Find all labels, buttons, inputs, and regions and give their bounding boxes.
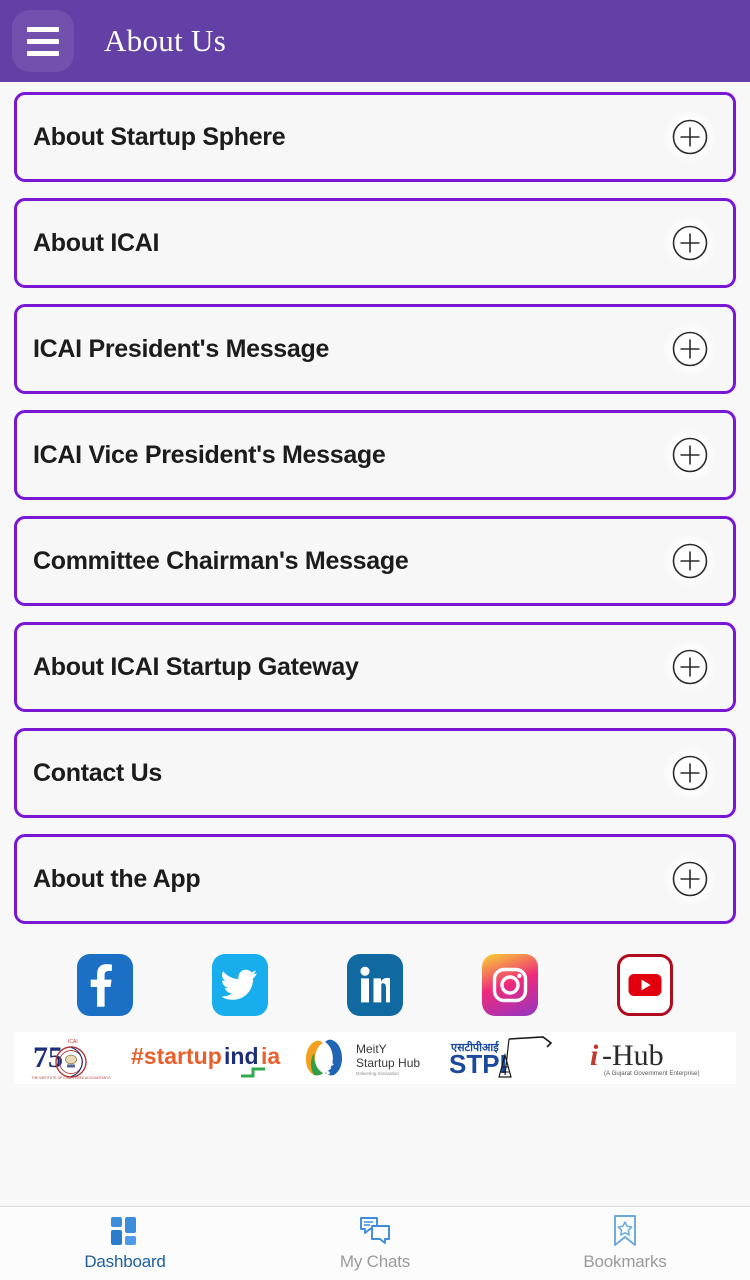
list-item[interactable]: About Startup Sphere — [14, 92, 736, 182]
nav-item-dashboard[interactable]: Dashboard — [0, 1207, 250, 1280]
list-item[interactable]: Contact Us — [14, 728, 736, 818]
i-hub-logo[interactable]: i -Hub (A Gujarat Government Enterprise) — [586, 1033, 726, 1083]
meity-startup-hub-logo[interactable]: MeitY Startup Hub Delivering Innovation — [298, 1033, 438, 1083]
hamburger-menu-icon[interactable] — [12, 10, 74, 72]
list-item-label: About Startup Sphere — [33, 122, 286, 151]
instagram-icon[interactable] — [481, 954, 538, 1016]
list-item[interactable]: ICAI Vice President's Message — [14, 410, 736, 500]
nav-label-dashboard: Dashboard — [84, 1252, 166, 1271]
list-item[interactable]: About ICAI — [14, 198, 736, 288]
list-item-label: ICAI President's Message — [33, 334, 330, 363]
plus-circle-icon[interactable] — [663, 746, 717, 800]
svg-text:(A Gujarat Government Enterpri: (A Gujarat Government Enterprise) — [604, 1070, 700, 1077]
list-item-label: About ICAI — [33, 228, 160, 257]
svg-text:Startup Hub: Startup Hub — [356, 1056, 420, 1070]
plus-circle-icon[interactable] — [663, 428, 717, 482]
plus-circle-icon[interactable] — [663, 852, 717, 906]
twitter-icon[interactable] — [212, 954, 269, 1016]
svg-text:THE INSTITUTE OF CHARTERED ACC: THE INSTITUTE OF CHARTERED ACCOUNTANTS — [31, 1076, 111, 1080]
facebook-icon[interactable] — [77, 954, 134, 1016]
menu-bar-3 — [27, 50, 59, 56]
svg-text:Delivering Innovation: Delivering Innovation — [356, 1071, 399, 1076]
plus-circle-icon[interactable] — [663, 534, 717, 588]
page-title: About Us — [104, 23, 227, 58]
icai-75-logo[interactable]: 75 ICAI THE INSTITUTE OF CHARTERED ACCOU… — [24, 1033, 120, 1083]
svg-text:-Hub: -Hub — [602, 1039, 664, 1072]
app-header: About Us — [0, 0, 750, 82]
list-item-label: Committee Chairman's Message — [33, 546, 409, 575]
nav-label-my-chats: My Chats — [339, 1252, 411, 1271]
list-item-label: About the App — [33, 864, 201, 893]
list-item[interactable]: ICAI President's Message — [14, 304, 736, 394]
social-links-row — [0, 940, 750, 1028]
dashboard-grid-icon — [110, 1215, 140, 1247]
plus-circle-icon[interactable] — [663, 216, 717, 270]
plus-circle-icon[interactable] — [663, 640, 717, 694]
nav-item-bookmarks[interactable]: Bookmarks — [500, 1207, 750, 1280]
nav-item-my-chats[interactable]: My Chats — [250, 1207, 500, 1280]
nav-label-bookmarks: Bookmarks — [583, 1252, 667, 1271]
stpi-logo[interactable]: एसटीपीआई STPI — [447, 1033, 577, 1083]
bookmark-star-icon — [612, 1215, 638, 1247]
svg-text:i: i — [590, 1039, 599, 1072]
svg-text:ind: ind — [224, 1043, 259, 1069]
svg-text:ia: ia — [261, 1043, 280, 1069]
menu-bar-2 — [27, 38, 59, 44]
plus-circle-icon[interactable] — [663, 110, 717, 164]
svg-text:ICAI: ICAI — [68, 1039, 78, 1045]
svg-text:STPI: STPI — [449, 1049, 507, 1079]
menu-bar-1 — [27, 26, 59, 32]
about-us-screen: About Us About Startup Sphere About ICAI — [0, 0, 750, 1280]
bottom-navigation: Dashboard My Chats Bookmarks — [0, 1206, 750, 1280]
list-item-label: ICAI Vice President's Message — [33, 440, 386, 469]
chat-bubbles-icon — [359, 1215, 391, 1247]
list-item-label: Contact Us — [33, 758, 162, 787]
plus-circle-icon[interactable] — [663, 322, 717, 376]
svg-text:#startup: #startup — [131, 1043, 222, 1069]
youtube-icon[interactable] — [616, 954, 673, 1016]
list-item[interactable]: About ICAI Startup Gateway — [14, 622, 736, 712]
list-item-label: About ICAI Startup Gateway — [33, 652, 359, 681]
about-sections-list: About Startup Sphere About ICAI ICAI Pre… — [0, 82, 750, 940]
list-item[interactable]: About the App — [14, 834, 736, 924]
linkedin-icon[interactable] — [346, 954, 403, 1016]
startup-india-logo[interactable]: #startup ind ia — [129, 1033, 289, 1083]
partner-logos-strip: 75 ICAI THE INSTITUTE OF CHARTERED ACCOU… — [14, 1032, 736, 1084]
svg-text:MeitY: MeitY — [356, 1042, 387, 1056]
list-item[interactable]: Committee Chairman's Message — [14, 516, 736, 606]
